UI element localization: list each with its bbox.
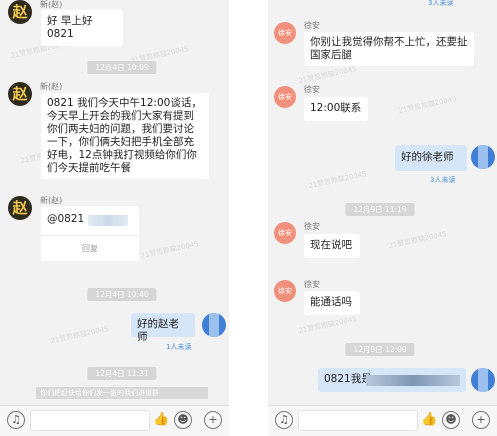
avatar[interactable]: 徐安 [274, 86, 296, 108]
thumbs-up-icon[interactable]: 👍 [153, 412, 169, 427]
message-bubble-mine[interactable]: 0821我是 [318, 368, 466, 392]
watermark: 21赞思熊猫20045 [307, 169, 368, 191]
sender-name: 徐安 [304, 21, 320, 30]
avatar-self[interactable] [202, 313, 226, 337]
chat-pane-right: 21赞思熊猫20045 21赞思熊猫20045 21赞思熊猫20045 21赞思… [268, 0, 497, 436]
watermark: 21赞思熊猫20045 [49, 324, 110, 346]
sender-name: 新(赵) [40, 0, 63, 9]
emoji-icon[interactable]: ☻ [174, 411, 192, 429]
mention-text: @0821 [47, 213, 85, 225]
watermark: 21赞思熊猫20045 [297, 64, 358, 86]
message-bubble[interactable]: 好 早上好 0821 [41, 10, 123, 46]
read-status[interactable]: 3人未读 [430, 175, 455, 185]
message-text: 0821我是 [324, 373, 372, 385]
message-input[interactable] [298, 410, 418, 431]
reply-button[interactable]: 回复 [41, 235, 139, 261]
message-bubble-mine[interactable]: 好的徐老师 [395, 145, 467, 171]
emoji-icon[interactable]: ☻ [442, 411, 460, 429]
partial-message: 你们把赶快给你们发一张的我们进道群 [36, 387, 208, 399]
timestamp: 12月9日 11:19 [345, 203, 415, 216]
sender-name: 新(赵) [40, 196, 63, 205]
timestamp: 12月4日 11:31 [87, 367, 157, 380]
redacted-block [366, 375, 460, 386]
avatar[interactable]: 徐安 [274, 222, 296, 244]
avatar[interactable]: 徐安 [274, 280, 296, 302]
read-status[interactable]: 1人未读 [166, 342, 191, 352]
avatar[interactable]: 赵 [8, 0, 32, 24]
sender-name: 徐安 [304, 85, 320, 94]
avatar[interactable]: 徐安 [274, 22, 296, 44]
message-bubble[interactable]: 能通话吗 [304, 291, 360, 315]
avatar[interactable]: 赵 [8, 196, 32, 220]
message-bubble[interactable]: @0821 回复 [41, 206, 139, 261]
sender-name: 徐安 [304, 222, 320, 231]
chat-pane-left: 21赞思熊猫20045 21赞思熊猫20045 21赞思熊猫20045 21赞思… [0, 0, 229, 436]
plus-icon[interactable]: + [204, 411, 222, 429]
input-bar: ♫ 👍 ☻ + [268, 405, 497, 436]
thumbs-up-icon[interactable]: 👍 [421, 412, 437, 427]
timestamp: 12月4日 10:40 [87, 288, 157, 301]
avatar[interactable]: 赵 [8, 82, 32, 106]
sender-name: 徐安 [304, 280, 320, 289]
voice-icon[interactable]: ♫ [275, 411, 293, 429]
sender-name: 新(赵) [40, 82, 63, 91]
avatar-self[interactable] [471, 368, 495, 392]
timestamp: 12月4日 10:09 [87, 61, 157, 74]
message-input[interactable] [30, 410, 150, 431]
watermark: 21赞思熊猫20045 [387, 229, 448, 251]
message-bubble[interactable]: 12:00联系 [304, 97, 368, 121]
avatar-self[interactable] [471, 145, 495, 169]
watermark: 21赞思熊猫20045 [139, 239, 200, 261]
message-bubble-mine[interactable]: 好的赵老师 [131, 313, 195, 343]
read-status[interactable]: 3人未读 [428, 0, 453, 8]
watermark: 21赞思熊猫20045 [297, 314, 358, 336]
voice-icon[interactable]: ♫ [7, 411, 25, 429]
message-bubble[interactable]: 现在说吧 [304, 234, 360, 258]
message-bubble[interactable]: 0821 我们今天中午12:00谈话，今天早上开会的我们大家有提到你们两夫妇的问… [41, 93, 209, 179]
timestamp: 12月9日 12:00 [345, 343, 415, 356]
input-bar: ♫ 👍 ☻ + [0, 405, 229, 436]
redacted-block [88, 215, 128, 226]
message-bubble[interactable]: 你别让我觉得你帮不上忙，还要扯国家后腿 [304, 32, 474, 66]
plus-icon[interactable]: + [472, 411, 490, 429]
watermark: 21赞思熊猫20045 [397, 94, 458, 116]
